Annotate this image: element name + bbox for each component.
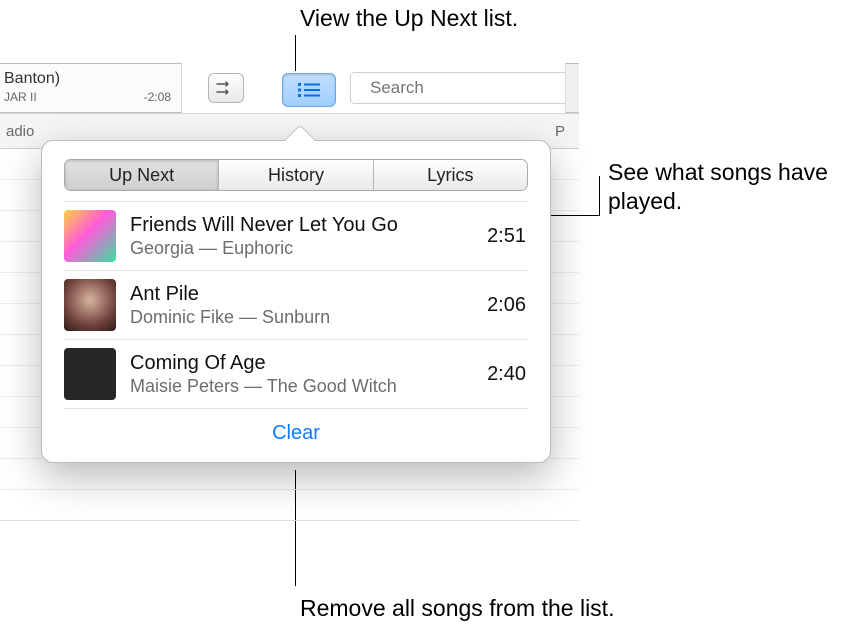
- list-icon: [296, 81, 322, 99]
- track-subtitle: Maisie Peters — The Good Witch: [130, 376, 473, 397]
- callout-queue: View the Up Next list.: [300, 4, 518, 33]
- clear-button[interactable]: Clear: [266, 421, 326, 446]
- callout-history: See what songs have played.: [608, 158, 838, 216]
- track-row[interactable]: Coming Of Age Maisie Peters — The Good W…: [64, 339, 528, 408]
- column-header-name: adio: [6, 123, 34, 140]
- track-duration: 2:51: [487, 225, 528, 248]
- tab-up-next[interactable]: Up Next: [65, 160, 219, 190]
- segmented-control: Up Next History Lyrics: [64, 159, 528, 191]
- callout-clear: Remove all songs from the list.: [300, 594, 614, 623]
- callout-leader: [599, 176, 600, 216]
- track-duration: 2:06: [487, 294, 528, 317]
- track-subtitle: Dominic Fike — Sunburn: [130, 307, 473, 328]
- track-title: Ant Pile: [130, 283, 473, 306]
- column-header-plays: P: [555, 123, 565, 140]
- up-next-track-list: Friends Will Never Let You Go Georgia — …: [64, 201, 528, 408]
- track-row[interactable]: Friends Will Never Let You Go Georgia — …: [64, 201, 528, 270]
- list-item: [0, 459, 579, 490]
- track-title: Coming Of Age: [130, 352, 473, 375]
- tab-history[interactable]: History: [219, 160, 373, 190]
- album-art: [64, 348, 116, 400]
- album-art: [64, 210, 116, 262]
- search-input[interactable]: [368, 77, 593, 99]
- tab-lyrics[interactable]: Lyrics: [374, 160, 527, 190]
- track-row[interactable]: Ant Pile Dominic Fike — Sunburn 2:06: [64, 270, 528, 339]
- album-art: [64, 279, 116, 331]
- now-playing-lcd[interactable]: Banton) JAR II -2:08: [0, 63, 182, 113]
- now-playing-subtitle: JAR II: [4, 90, 37, 104]
- up-next-button[interactable]: [282, 73, 336, 107]
- track-subtitle: Georgia — Euphoric: [130, 238, 473, 259]
- divider: [64, 408, 528, 409]
- search-box[interactable]: [350, 72, 574, 104]
- now-playing-time-remaining: -2:08: [144, 90, 171, 104]
- scrollbar[interactable]: [565, 63, 579, 113]
- callout-leader: [295, 35, 296, 71]
- shuffle-repeat-button[interactable]: [208, 73, 244, 103]
- now-playing-title: Banton): [4, 70, 171, 88]
- shuffle-icon: [216, 81, 236, 95]
- track-title: Friends Will Never Let You Go: [130, 214, 473, 237]
- up-next-popover: Up Next History Lyrics Friends Will Neve…: [41, 140, 551, 463]
- track-duration: 2:40: [487, 363, 528, 386]
- divider: [0, 520, 579, 521]
